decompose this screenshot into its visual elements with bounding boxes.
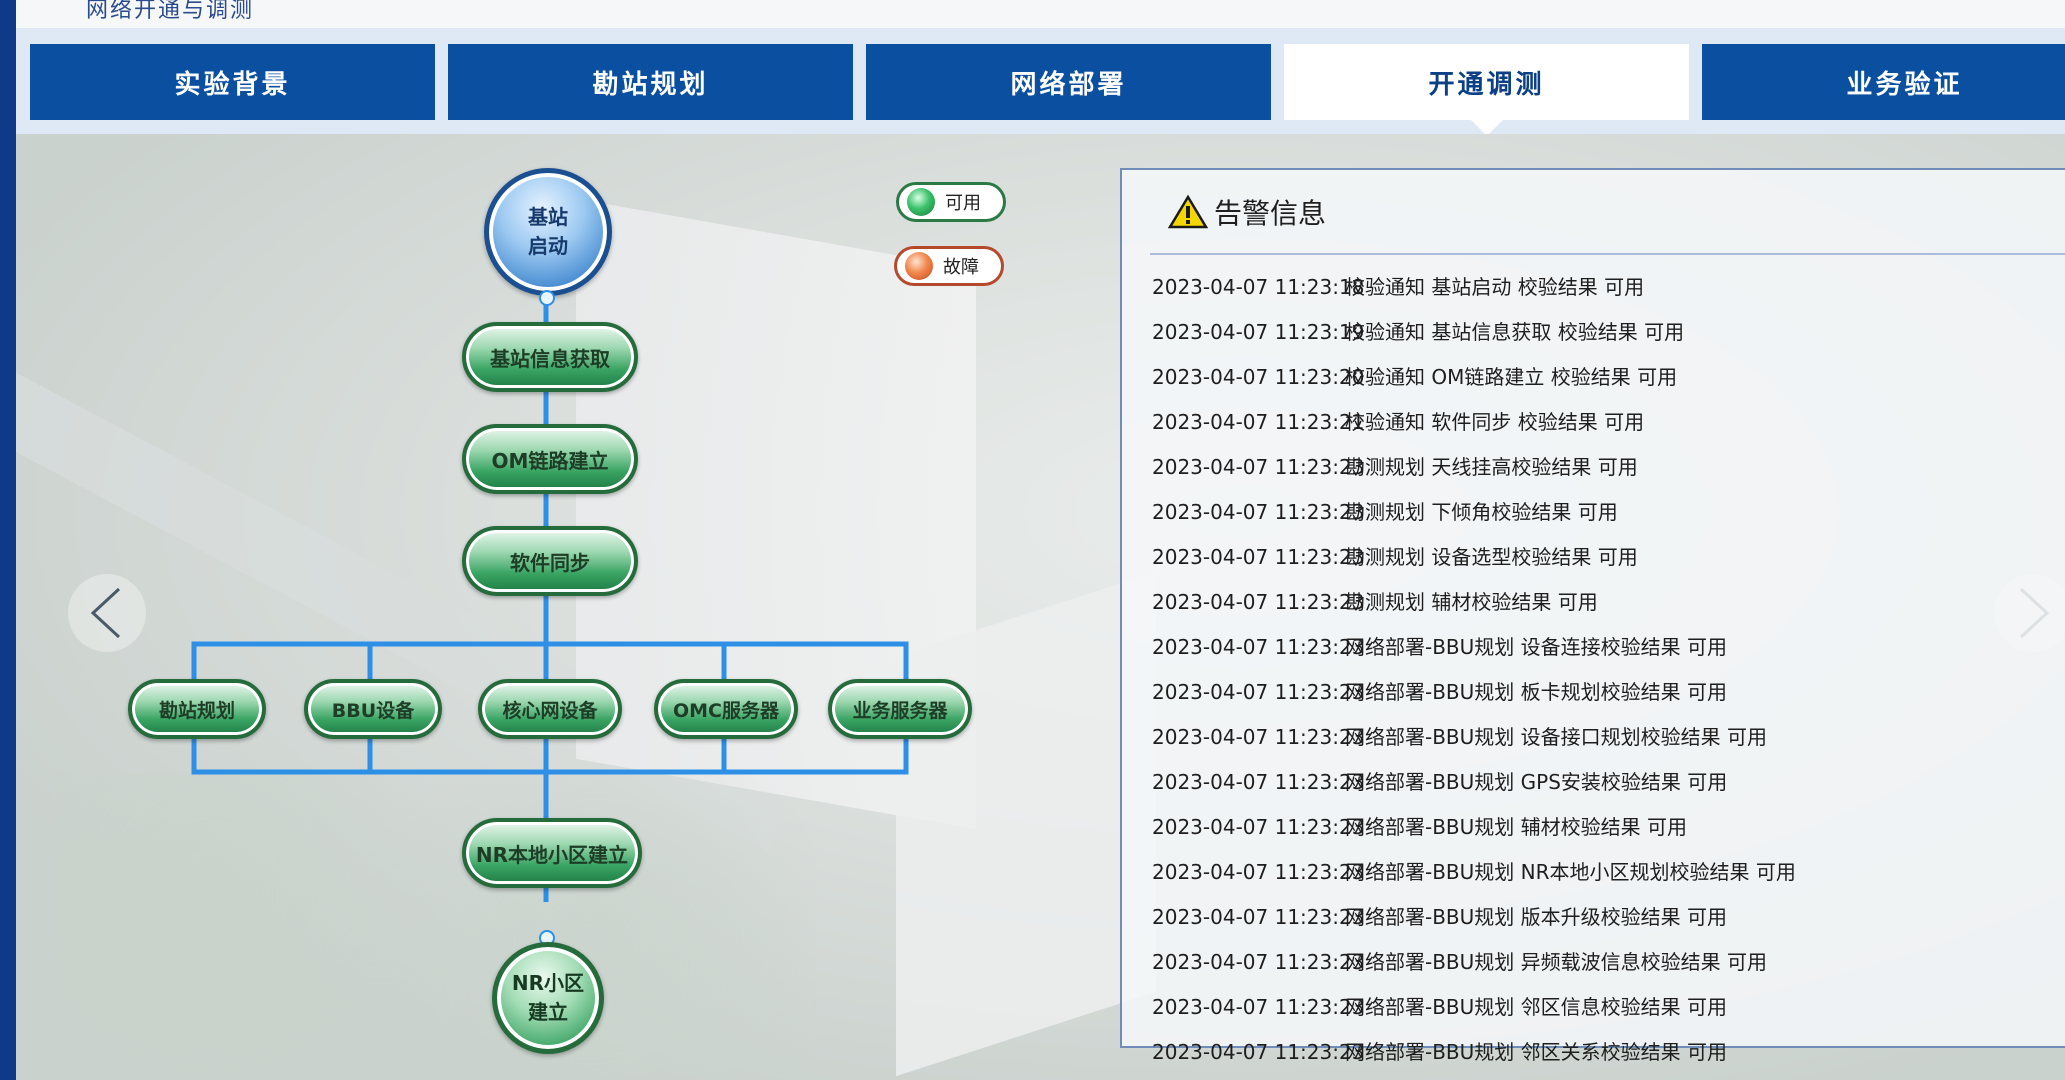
alarm-log-row: 2023-04-07 11:23:21校验通知 软件同步 校验结果 可用 xyxy=(1152,400,2032,445)
log-message: 网络部署-BBU规划 板卡规划校验结果 可用 xyxy=(1345,680,1728,704)
breadcrumb: 网络开通与调测 xyxy=(86,0,255,23)
legend-fault: 故障 xyxy=(894,246,1004,286)
left-edge-bar xyxy=(0,0,16,1080)
node-nr-local-cell[interactable]: NR本地小区建立 xyxy=(462,818,642,888)
alarm-log-row: 2023-04-07 11:23:23网络部署-BBU规划 异频载波信息校验结果… xyxy=(1152,940,2032,985)
log-time: 2023-04-07 11:23:23 xyxy=(1152,680,1365,704)
log-time: 2023-04-07 11:23:23 xyxy=(1152,725,1365,749)
log-message: 勘测规划 下倾角校验结果 可用 xyxy=(1345,500,1618,524)
alarm-panel-title-text: 告警信息 xyxy=(1214,197,1327,230)
divider xyxy=(1150,253,2065,255)
start-node[interactable]: 基站 启动 xyxy=(484,168,612,296)
start-node-label-2: 启动 xyxy=(528,234,568,258)
main-stage: 基站启动 基站信息获取 OM链路建立 软件同步 勘站规划 BBU设备 核心网设备… xyxy=(16,134,2065,1080)
alarm-log-row: 2023-04-07 11:23:23勘测规划 辅材校验结果 可用 xyxy=(1152,580,2032,625)
log-time: 2023-04-07 11:23:23 xyxy=(1152,590,1365,614)
branch-omc-server[interactable]: OMC服务器 xyxy=(654,679,798,739)
alarm-log-row: 2023-04-07 11:23:23网络部署-BBU规划 版本升级校验结果 可… xyxy=(1152,895,2032,940)
node-om-link[interactable]: OM链路建立 xyxy=(462,424,638,494)
log-time: 2023-04-07 11:23:23 xyxy=(1152,635,1365,659)
log-time: 2023-04-07 11:23:20 xyxy=(1152,365,1365,389)
end-node-label-1: NR小区 xyxy=(511,971,585,995)
end-node-label-2: 建立 xyxy=(527,1000,568,1024)
alarm-log-row: 2023-04-07 11:23:23勘测规划 设备选型校验结果 可用 xyxy=(1152,535,2032,580)
alarm-log-row: 2023-04-07 11:23:20校验通知 OM链路建立 校验结果 可用 xyxy=(1152,355,2032,400)
connector-dot xyxy=(539,290,555,306)
node-software-sync[interactable]: 软件同步 xyxy=(462,526,638,596)
tab-background[interactable]: 实验背景 xyxy=(30,44,435,120)
alarm-log-row: 2023-04-07 11:23:23网络部署-BBU规划 设备接口规划校验结果… xyxy=(1152,715,2032,760)
alarm-log-row: 2023-04-07 11:23:23网络部署-BBU规划 板卡规划校验结果 可… xyxy=(1152,670,2032,715)
log-message: 勘测规划 天线挂高校验结果 可用 xyxy=(1345,455,1638,479)
branch-site-survey[interactable]: 勘站规划 xyxy=(128,679,266,739)
log-message: 网络部署-BBU规划 邻区关系校验结果 可用 xyxy=(1345,1040,1728,1064)
tab-service-verify[interactable]: 业务验证 xyxy=(1702,44,2065,120)
log-message: 网络部署-BBU规划 版本升级校验结果 可用 xyxy=(1345,905,1728,929)
log-message: 勘测规划 辅材校验结果 可用 xyxy=(1345,590,1598,614)
log-time: 2023-04-07 11:23:21 xyxy=(1152,410,1365,434)
log-time: 2023-04-07 11:23:23 xyxy=(1152,770,1365,794)
log-message: 网络部署-BBU规划 设备接口规划校验结果 可用 xyxy=(1345,725,1768,749)
legend-fault-label: 故障 xyxy=(943,257,979,278)
log-message: 勘测规划 设备选型校验结果 可用 xyxy=(1345,545,1638,569)
node-info-fetch[interactable]: 基站信息获取 xyxy=(462,322,638,392)
log-time: 2023-04-07 11:23:23 xyxy=(1152,905,1365,929)
alarm-panel: 告警信息 2023-04-07 11:23:18校验通知 基站启动 校验结果 可… xyxy=(1120,168,2065,1064)
branch-bbu[interactable]: BBU设备 xyxy=(304,679,442,739)
log-message: 网络部署-BBU规划 GPS安装校验结果 可用 xyxy=(1345,770,1728,794)
log-message: 网络部署-BBU规划 邻区信息校验结果 可用 xyxy=(1345,995,1728,1019)
alarm-log-row: 2023-04-07 11:23:19校验通知 基站信息获取 校验结果 可用 xyxy=(1152,310,2032,355)
alarm-log-row: 2023-04-07 11:23:23网络部署-BBU规划 邻区信息校验结果 可… xyxy=(1152,985,2032,1030)
alarm-panel-title: 告警信息 xyxy=(1168,192,1326,232)
tab-commissioning[interactable]: 开通调测 xyxy=(1284,44,1689,136)
alarm-log-row: 2023-04-07 11:23:23网络部署-BBU规划 设备连接校验结果 可… xyxy=(1152,625,2032,670)
log-message: 校验通知 基站信息获取 校验结果 可用 xyxy=(1345,320,1685,344)
chevron-left-icon xyxy=(90,587,121,639)
log-time: 2023-04-07 11:23:23 xyxy=(1152,455,1365,479)
log-message: 校验通知 软件同步 校验结果 可用 xyxy=(1345,410,1645,434)
legend-available: 可用 xyxy=(896,182,1006,222)
log-time: 2023-04-07 11:23:23 xyxy=(1152,950,1365,974)
log-message: 网络部署-BBU规划 异频载波信息校验结果 可用 xyxy=(1345,950,1768,974)
log-time: 2023-04-07 11:23:18 xyxy=(1152,275,1365,299)
tab-bar: 实验背景 勘站规划 网络部署 开通调测 业务验证 xyxy=(16,28,2065,136)
log-time: 2023-04-07 11:23:23 xyxy=(1152,1040,1365,1064)
branch-core-network[interactable]: 核心网设备 xyxy=(478,679,622,739)
tab-network-deploy[interactable]: 网络部署 xyxy=(866,44,1271,120)
log-time: 2023-04-07 11:23:23 xyxy=(1152,815,1365,839)
branch-service-server[interactable]: 业务服务器 xyxy=(828,679,972,739)
log-message: 网络部署-BBU规划 NR本地小区规划校验结果 可用 xyxy=(1345,860,1796,884)
log-time: 2023-04-07 11:23:23 xyxy=(1152,545,1365,569)
log-time: 2023-04-07 11:23:23 xyxy=(1152,995,1365,1019)
alarm-log-row: 2023-04-07 11:23:23勘测规划 天线挂高校验结果 可用 xyxy=(1152,445,2032,490)
log-message: 网络部署-BBU规划 设备连接校验结果 可用 xyxy=(1345,635,1728,659)
top-strip: 网络开通与调测 xyxy=(16,0,2065,29)
log-message: 校验通知 OM链路建立 校验结果 可用 xyxy=(1345,365,1678,389)
alarm-log-row: 2023-04-07 11:23:23网络部署-BBU规划 邻区关系校验结果 可… xyxy=(1152,1030,2032,1075)
log-message: 网络部署-BBU规划 辅材校验结果 可用 xyxy=(1345,815,1688,839)
alarm-log-list: 2023-04-07 11:23:18校验通知 基站启动 校验结果 可用 2023… xyxy=(1152,265,2032,1075)
orange-lamp-icon xyxy=(905,252,933,280)
alarm-log-row: 2023-04-07 11:23:18校验通知 基站启动 校验结果 可用 xyxy=(1152,265,2032,310)
alarm-log-row: 2023-04-07 11:23:23网络部署-BBU规划 GPS安装校验结果 … xyxy=(1152,760,2032,805)
log-message: 校验通知 基站启动 校验结果 可用 xyxy=(1345,275,1645,299)
log-time: 2023-04-07 11:23:19 xyxy=(1152,320,1365,344)
alarm-log-row: 2023-04-07 11:23:23网络部署-BBU规划 NR本地小区规划校验… xyxy=(1152,850,2032,895)
warning-icon xyxy=(1168,194,1208,229)
green-lamp-icon xyxy=(907,188,935,216)
log-time: 2023-04-07 11:23:23 xyxy=(1152,860,1365,884)
legend-available-label: 可用 xyxy=(945,193,981,214)
prev-arrow-button[interactable] xyxy=(68,574,146,652)
flow-diagram: 基站启动 基站信息获取 OM链路建立 软件同步 勘站规划 BBU设备 核心网设备… xyxy=(16,134,1096,1080)
tab-site-survey[interactable]: 勘站规划 xyxy=(448,44,853,120)
start-node-label-1: 基站 xyxy=(528,205,568,229)
end-node[interactable]: NR小区建立 xyxy=(492,942,604,1054)
log-time: 2023-04-07 11:23:23 xyxy=(1152,500,1365,524)
alarm-log-row: 2023-04-07 11:23:23勘测规划 下倾角校验结果 可用 xyxy=(1152,490,2032,535)
alarm-log-row: 2023-04-07 11:23:23网络部署-BBU规划 辅材校验结果 可用 xyxy=(1152,805,2032,850)
